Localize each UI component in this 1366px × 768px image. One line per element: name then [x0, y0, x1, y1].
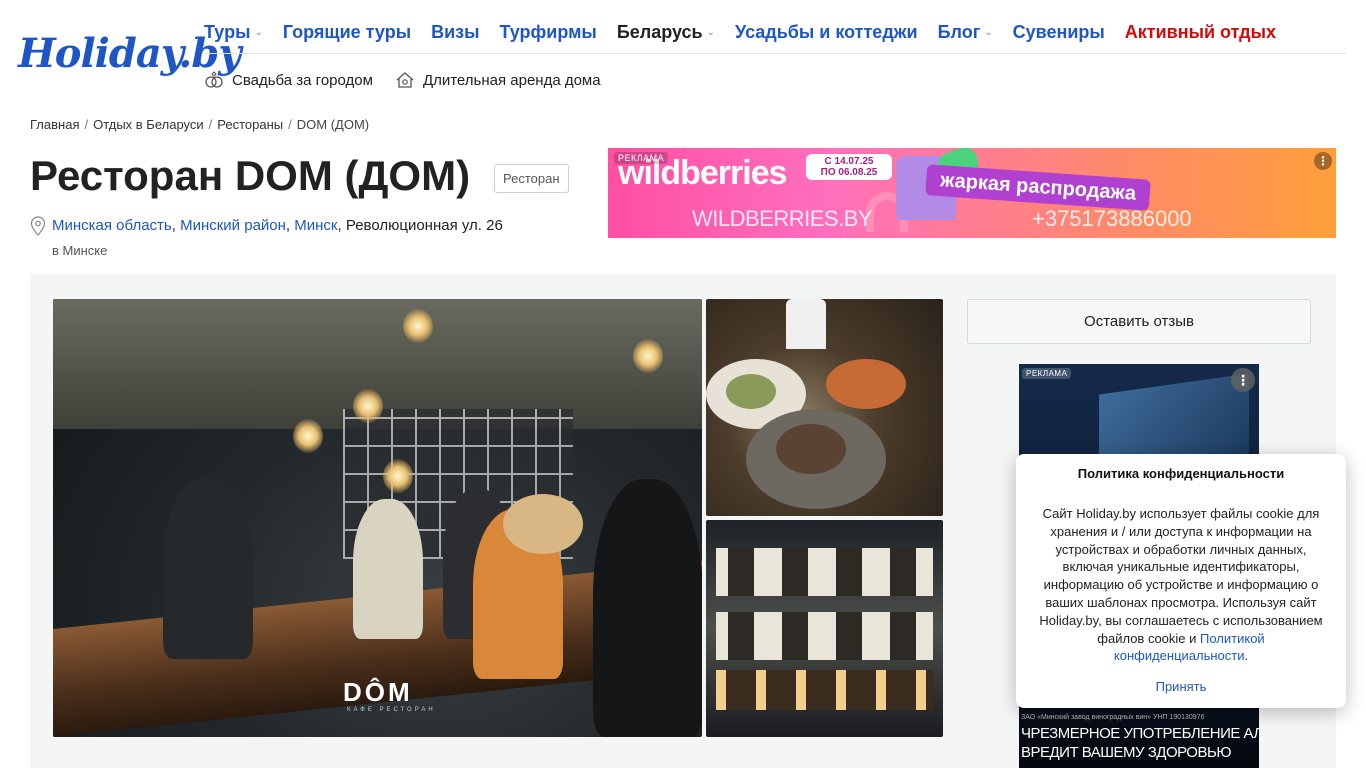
ad-date-to: ПО 06.08.25 [820, 167, 878, 178]
address-region-link[interactable]: Минская область [52, 217, 172, 234]
ad-warning-line: ВРЕДИТ ВАШЕМУ ЗДОРОВЬЮ [1021, 744, 1231, 761]
ad-warning: ЧРЕЗМЕРНОЕ УПОТРЕБЛЕНИЕ АЛКОГОЛЯ ВРЕДИТ … [1019, 724, 1259, 762]
address-district-link[interactable]: Минский район [180, 217, 286, 234]
ad-warning-line: ЧРЕЗМЕРНОЕ УПОТРЕБЛЕНИЕ АЛКОГОЛЯ [1021, 725, 1259, 742]
facade-windows [716, 612, 933, 660]
nav-item-blog[interactable]: Блог ⌄ [938, 22, 993, 43]
nav-label: Сувениры [1012, 22, 1105, 42]
ad-menu-icon[interactable]: ⋮ [1314, 152, 1332, 170]
person-hair [503, 494, 583, 554]
nav-item-tours[interactable]: Туры ⌄ [204, 22, 263, 43]
cookie-title: Политика конфиденциальности [1077, 466, 1285, 481]
ad-label: РЕКЛАМА [614, 152, 669, 164]
nav-item-souvenirs[interactable]: Сувениры [1013, 22, 1105, 43]
lamp-bulb [293, 419, 323, 453]
lamp-bulb [383, 459, 413, 493]
address: Минская область, Минский район, Минск, Р… [30, 216, 503, 236]
subnav-label: Свадьба за городом [232, 71, 373, 89]
ad-phone: +375173886000 [1032, 206, 1192, 231]
subnav-item-wedding[interactable]: Свадьба за городом [204, 70, 373, 90]
nav-item-cottages[interactable]: Усадьбы и коттеджи [735, 22, 918, 43]
breadcrumb-separator: / [208, 117, 213, 132]
facade-shopfront [716, 670, 933, 710]
gallery-main-photo[interactable]: DÔM КАФЕ РЕСТОРАН [53, 299, 702, 737]
ad-dates: С 14.07.25 ПО 06.08.25 [806, 154, 892, 180]
gallery-facade-photo[interactable] [706, 520, 943, 737]
house-icon [396, 72, 414, 88]
location-pin-icon [30, 216, 46, 236]
ad-date-from: С 14.07.25 [824, 156, 874, 167]
address-street: Революционная ул. 26 [345, 217, 503, 234]
nav-label: Турфирмы [499, 22, 597, 42]
soup-bowl [826, 359, 906, 409]
lamp-bulb [403, 309, 433, 343]
nav-label: Усадьбы и коттеджи [735, 22, 918, 42]
breadcrumb-separator: / [288, 117, 292, 132]
nav-item-hot-tours[interactable]: Горящие туры [283, 22, 411, 43]
person [163, 479, 253, 659]
gallery-food-photo[interactable] [706, 299, 943, 516]
food [726, 374, 776, 409]
napkin [786, 299, 826, 349]
cookie-body: Сайт Holiday.by использует файлы cookie … [1039, 506, 1323, 646]
person [593, 479, 702, 737]
lamp-bulb [633, 339, 663, 373]
nav-label: Туры [204, 22, 251, 42]
breadcrumb: Главная / Отдых в Беларуси / Рестораны /… [30, 117, 369, 132]
chevron-down-icon: ⌄ [984, 27, 993, 38]
cookie-body-end: . [1244, 648, 1249, 664]
chevron-down-icon: ⌄ [254, 27, 263, 38]
dom-logo: DÔM [343, 677, 413, 707]
breadcrumb-separator: / [84, 117, 89, 132]
nav-label: Горящие туры [282, 22, 412, 42]
leave-review-button[interactable]: Оставить отзыв [967, 299, 1311, 344]
site-logo[interactable]: Holiday.by [18, 22, 242, 94]
nav-item-active-rest[interactable]: Активный отдых [1125, 22, 1276, 43]
address-city-link[interactable]: Минск [294, 217, 337, 234]
ad-label: РЕКЛАМА [1022, 368, 1072, 379]
nav-label: Визы [431, 22, 480, 42]
breadcrumb-restaurants[interactable]: Рестораны [217, 117, 283, 132]
rings-icon [205, 71, 223, 88]
type-badge[interactable]: Ресторан [494, 164, 569, 193]
sub-nav: Свадьба за городом Длительная аренда дом… [204, 70, 601, 90]
nav-item-visas[interactable]: Визы [431, 22, 479, 43]
cookie-text: Сайт Holiday.by использует файлы cookie … [1032, 505, 1330, 665]
chevron-down-icon: ⌄ [706, 27, 715, 38]
ad-menu-icon[interactable]: ⋮ [1231, 368, 1255, 392]
cookie-modal: Политика конфиденциальности Сайт Holiday… [1016, 454, 1346, 708]
breadcrumb-belarus[interactable]: Отдых в Беларуси [93, 117, 204, 132]
subnav-label: Длительная аренда дома [422, 71, 601, 89]
nav-label: Блог [937, 22, 981, 42]
ad-disclaimer: ЗАО «Минский завод виноградных вин» УНП … [1021, 714, 1205, 721]
subnav-item-long-rent[interactable]: Длительная аренда дома [395, 70, 601, 90]
nav-label: Беларусь [616, 22, 703, 42]
nav-item-agencies[interactable]: Турфирмы [499, 22, 596, 43]
ad-banner[interactable]: wildberries РЕКЛАМА С 14.07.25 ПО 06.08.… [608, 148, 1336, 238]
ad-slogan: жаркая распродажа [925, 164, 1152, 211]
breadcrumb-current: DOM (ДОМ) [296, 117, 370, 132]
accept-cookies-button[interactable]: Принять [1032, 679, 1330, 694]
facade-windows [716, 548, 933, 596]
main-nav: Туры ⌄ Горящие туры Визы Турфирмы Белару… [204, 12, 1346, 54]
page-title: Ресторан DOM (ДОМ) [30, 152, 471, 199]
ad-site: WILDBERRIES.BY [692, 206, 873, 231]
breadcrumb-home[interactable]: Главная [30, 117, 79, 132]
lamp-bulb [353, 389, 383, 423]
dom-logo-subtitle: КАФЕ РЕСТОРАН [347, 707, 436, 713]
person [353, 499, 423, 639]
nav-item-belarus[interactable]: Беларусь ⌄ [617, 22, 715, 43]
food [776, 424, 846, 474]
nav-label: Активный отдых [1124, 22, 1276, 42]
city-note: в Минске [52, 243, 108, 258]
